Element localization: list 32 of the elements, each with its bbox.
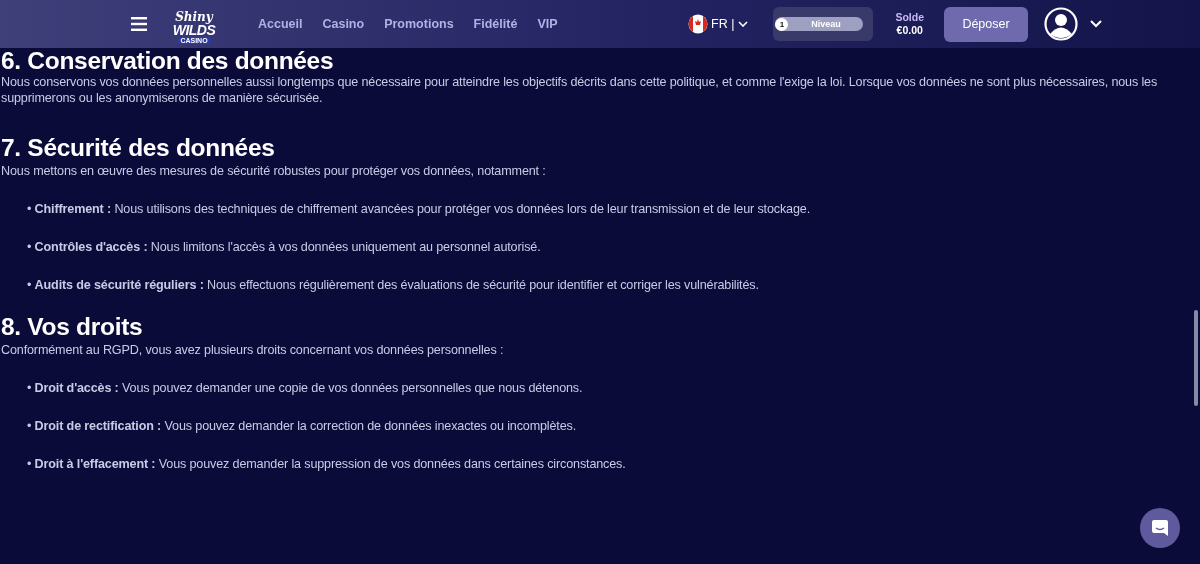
nav-link[interactable]: Casino [322, 17, 365, 31]
nav-link[interactable]: VIP [537, 17, 558, 31]
menu-icon[interactable] [131, 17, 147, 31]
level-panel[interactable]: 1 Niveau [773, 7, 874, 41]
chat-button[interactable] [1140, 508, 1180, 548]
paragraph: Nous mettons en œuvre des mesures de sécurité robustes pour protéger vos données, notamment : [1, 163, 547, 179]
chevron-down-icon[interactable] [1090, 20, 1102, 28]
nav-link[interactable]: Promotions [384, 17, 454, 31]
balance-amount: €0.00 [896, 24, 923, 37]
section-heading: 8. Vos droits [1, 312, 144, 341]
deposit-button[interactable]: Déposer [944, 6, 1028, 42]
level-badge: 1 [775, 17, 789, 31]
scrollbar-thumb[interactable] [1194, 310, 1198, 406]
balance-label: Solde [895, 11, 924, 24]
list-item: • Audits de sécurité réguliers : Nous effectuons régulièrement des évaluations de sécurité pour identifier et corriger les vulnérabilités. [26, 277, 760, 293]
chat-icon [1151, 519, 1169, 537]
section-heading: 7. Sécurité des données [1, 133, 276, 162]
list-item: • Chiffrement : Nous utilisons des techniques de chiffrement avancées pour protéger vos données lors de leur transmission et de leur stockage. [26, 201, 811, 217]
language-selector[interactable]: FR | [711, 17, 735, 31]
paragraph: Nous conservons vos données personnelles aussi longtemps que nécessaire pour atteindre les objectifs décrits dans cette politique, et comme l'exige la loi. Lorsque vos données ne sont plus nécessaires, nous les supprimerons ou les anonymiserons de manière sécurisée. [1, 74, 1159, 106]
level-label: Niveau [810, 19, 842, 29]
nav-link[interactable]: Fidélité [473, 17, 518, 31]
chevron-down-icon[interactable] [738, 21, 749, 27]
nav-link[interactable]: Accueil [258, 17, 303, 31]
list-item: • Droit d'accès : Vous pouvez demander une copie de vos données personnelles que nous détenons. [26, 380, 584, 396]
list-item: • Droit de rectification : Vous pouvez demander la correction de données inexactes ou incomplètes. [26, 418, 578, 434]
avatar-icon[interactable] [1044, 7, 1078, 41]
list-item: • Contrôles d'accès : Nous limitons l'accès à vos données uniquement au personnel autorisé. [26, 239, 542, 255]
paragraph: Conformément au RGPD, vous avez plusieurs droits concernant vos données personnelles : [1, 342, 505, 358]
list-item: • Droit à l'effacement : Vous pouvez demander la suppression de vos données dans certaines circonstances. [26, 456, 627, 472]
section-heading: 6. Conservation des données [1, 49, 335, 73]
flag-icon [688, 14, 708, 34]
